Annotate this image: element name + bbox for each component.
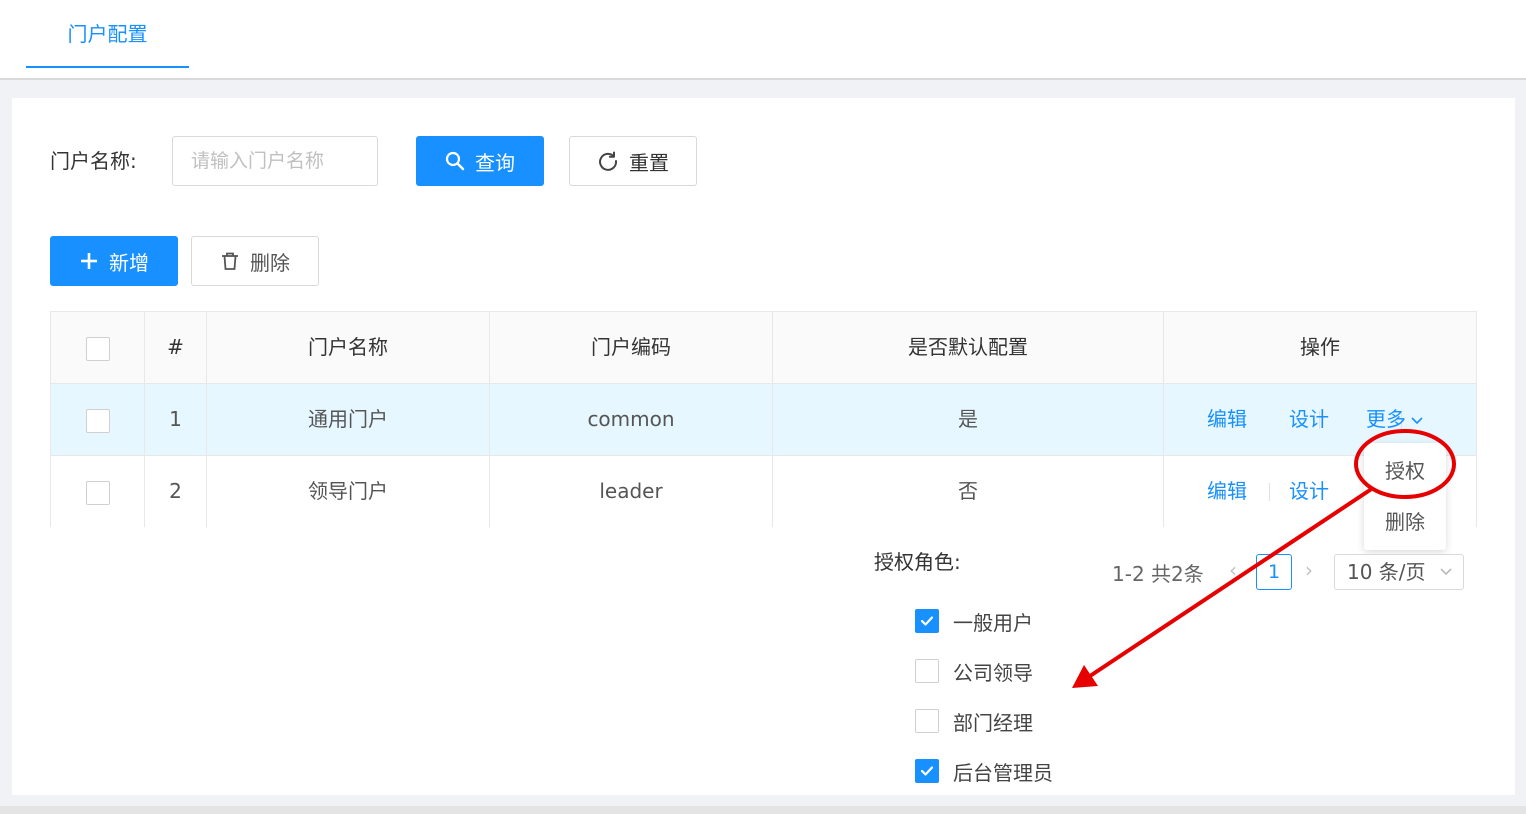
header-portal-code: 门户编码 (490, 312, 773, 383)
header-select-cell (51, 312, 145, 383)
prev-page-icon[interactable]: ‹ (1229, 558, 1237, 582)
menu-item-authorize[interactable]: 授权 (1364, 455, 1446, 484)
role-checkbox[interactable] (915, 759, 939, 783)
more-dropdown-menu: 授权 删除 (1364, 443, 1446, 550)
row-index: 1 (145, 384, 207, 455)
menu-item-delete[interactable]: 删除 (1364, 506, 1446, 535)
table-row: 2 领导门户 leader 否 编辑 设计 (51, 456, 1476, 528)
page-size-select[interactable]: 10 条/页 (1334, 554, 1464, 590)
add-button-label: 新增 (109, 250, 149, 275)
tab-portal-config[interactable]: 门户配置 (26, 0, 189, 68)
portal-name-label: 门户名称: (50, 149, 137, 173)
header-actions: 操作 (1300, 335, 1340, 359)
header-index: # (145, 312, 207, 383)
role-label: 后台管理员 (953, 760, 1053, 785)
add-button[interactable]: 新增 (50, 236, 178, 286)
table-header-row: # 门户名称 门户编码 是否默认配置 操作 (51, 312, 1476, 384)
row-checkbox[interactable] (85, 408, 110, 433)
table-row: 1 通用门户 common 是 编辑 设计 更多 (51, 384, 1476, 456)
reset-button-label: 重置 (629, 150, 669, 175)
top-tab-bar: 门户配置 (0, 0, 1526, 80)
checkmark-icon (920, 616, 934, 626)
next-page-icon[interactable]: › (1305, 558, 1313, 582)
row-portal-name: 通用门户 (207, 384, 490, 455)
bottom-border (0, 806, 1526, 814)
authorized-roles-label: 授权角色: (874, 550, 961, 574)
select-all-checkbox[interactable] (85, 336, 110, 361)
row-portal-code: common (490, 384, 773, 455)
role-checkbox[interactable] (915, 609, 939, 633)
row-select-cell (51, 384, 145, 455)
portal-name-input[interactable] (172, 136, 378, 186)
header-is-default: 是否默认配置 (773, 312, 1164, 383)
design-link[interactable]: 设计 (1289, 456, 1329, 527)
pagination-total: 1-2 共2条 (1112, 562, 1204, 586)
search-icon (445, 151, 465, 171)
role-option[interactable]: 部门经理 (915, 706, 1033, 736)
reset-button[interactable]: 重置 (569, 136, 697, 186)
action-divider (1269, 483, 1270, 501)
row-select-cell (51, 456, 145, 527)
chevron-down-icon (1439, 555, 1453, 601)
row-is-default: 否 (773, 456, 1164, 527)
page-size-value: 10 条/页 (1347, 560, 1426, 584)
edit-link[interactable]: 编辑 (1207, 456, 1247, 527)
row-is-default: 是 (773, 384, 1164, 455)
edit-link[interactable]: 编辑 (1207, 384, 1247, 455)
query-button-label: 查询 (475, 150, 515, 175)
portal-table: # 门户名称 门户编码 是否默认配置 操作 1 通用门户 common 是 编辑… (50, 311, 1477, 528)
role-checkbox[interactable] (915, 709, 939, 733)
checkmark-icon (920, 766, 934, 776)
delete-button-label: 删除 (250, 250, 290, 275)
row-checkbox[interactable] (85, 480, 110, 505)
role-label: 一般用户 (953, 610, 1033, 635)
role-label: 部门经理 (953, 710, 1033, 735)
role-option[interactable]: 后台管理员 (915, 756, 1053, 786)
role-option[interactable]: 一般用户 (915, 606, 1033, 636)
pagination-current-page[interactable]: 1 (1256, 554, 1292, 590)
row-portal-name: 领导门户 (207, 456, 490, 527)
role-option[interactable]: 公司领导 (915, 656, 1033, 686)
reload-icon (597, 150, 619, 172)
trash-icon (220, 251, 240, 271)
delete-button[interactable]: 删除 (191, 236, 319, 286)
row-portal-code: leader (490, 456, 773, 527)
plus-icon (79, 251, 99, 271)
role-label: 公司领导 (953, 660, 1033, 685)
row-index: 2 (145, 456, 207, 527)
query-button[interactable]: 查询 (416, 136, 544, 186)
header-portal-name: 门户名称 (207, 312, 490, 383)
design-link[interactable]: 设计 (1289, 384, 1329, 455)
role-checkbox[interactable] (915, 659, 939, 683)
